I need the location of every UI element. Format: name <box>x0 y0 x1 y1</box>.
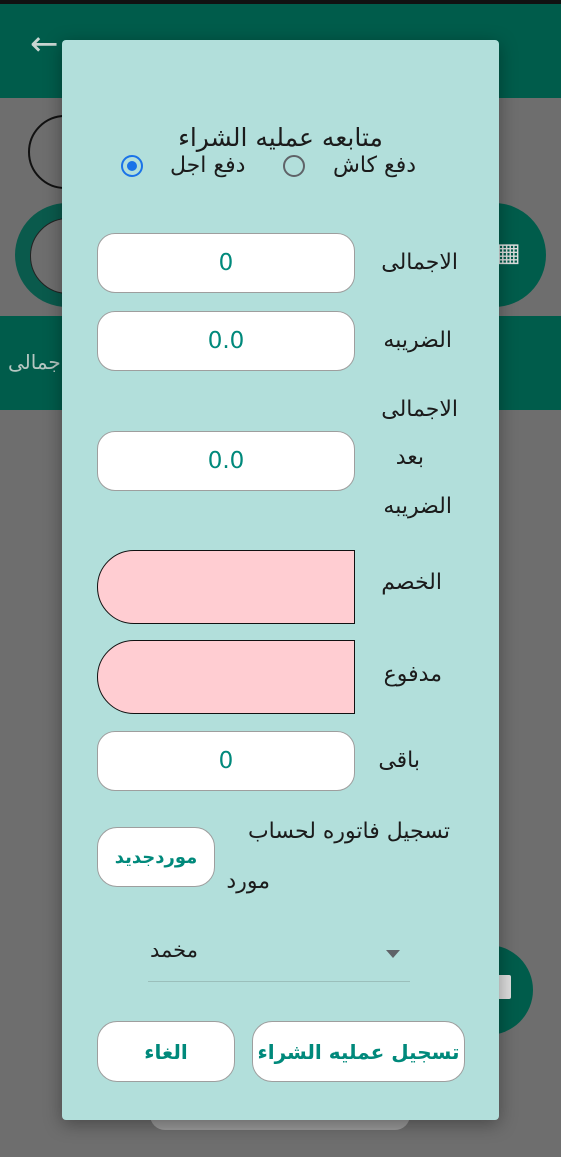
discount-input[interactable] <box>97 550 355 624</box>
radio-cash-label: دفع كاش <box>333 153 417 178</box>
total-field[interactable]: 0 <box>97 233 355 293</box>
supplier-dropdown[interactable]: مخمد <box>148 930 410 982</box>
total-after-tax-field[interactable]: 0.0 <box>97 431 355 491</box>
paid-label: مدفوع <box>383 662 442 687</box>
tax-label: الضريبه <box>383 328 452 353</box>
cancel-button[interactable]: الغاء <box>97 1021 235 1082</box>
remaining-field[interactable]: 0 <box>97 731 355 791</box>
dialog-title: متابعه عمليه الشراء <box>178 123 383 152</box>
back-arrow-icon[interactable]: ← <box>30 24 59 64</box>
total-label: الاجمالى <box>381 250 458 275</box>
confirm-purchase-button[interactable]: تسجيل عمليه الشراء <box>252 1021 465 1082</box>
radio-cash-circle[interactable] <box>283 155 305 177</box>
radio-deferred-label: دفع اجل <box>170 153 246 178</box>
new-supplier-button[interactable]: موردجديد <box>97 827 215 887</box>
paid-input[interactable] <box>97 640 355 714</box>
chevron-down-icon <box>386 950 400 958</box>
total-after-tax-label-2: بعد <box>395 445 424 470</box>
total-after-tax-label-1: الاجمالى <box>381 397 458 422</box>
supplier-dropdown-value: مخمد <box>150 938 198 962</box>
table-header-total-label: جمالى <box>8 350 61 374</box>
discount-label: الخصم <box>381 570 442 595</box>
total-after-tax-label-3: الضريبه <box>383 494 452 519</box>
tax-field[interactable]: 0.0 <box>97 311 355 371</box>
remaining-label: باقى <box>378 748 420 773</box>
purchase-dialog: متابعه عمليه الشراء دفع كاش دفع اجل الاج… <box>62 40 499 1120</box>
radio-deferred-circle[interactable] <box>121 155 143 177</box>
supplier-label-1: تسجيل فاتوره لحساب <box>247 819 450 844</box>
qr-code-icon: ▦ <box>496 238 521 268</box>
